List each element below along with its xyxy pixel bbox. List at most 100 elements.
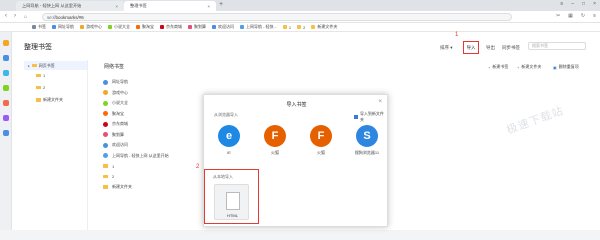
list-item[interactable]: 聚淘宝 bbox=[103, 110, 124, 118]
bookmark-bar-item[interactable]: 聚划算 bbox=[188, 24, 206, 30]
list-item[interactable]: 游戏中心 bbox=[103, 89, 128, 97]
forward-icon[interactable]: › bbox=[14, 13, 16, 19]
list-item-label: 小说大全 bbox=[112, 100, 128, 105]
import-new-folder-label: 导入到新文件夹 bbox=[359, 111, 384, 122]
grid-icon[interactable]: ▦ bbox=[568, 13, 573, 19]
side-app-bar bbox=[0, 32, 12, 230]
close-window-icon[interactable]: × bbox=[593, 1, 596, 7]
add-bookmark-button[interactable]: + 新建书签 bbox=[488, 64, 508, 70]
list-item[interactable]: 京东商城 bbox=[103, 120, 128, 128]
app-icon[interactable] bbox=[3, 55, 9, 61]
browser-name: 火狐 bbox=[271, 150, 279, 155]
list-item[interactable]: 网址导航 bbox=[103, 78, 128, 86]
app-icon[interactable] bbox=[3, 40, 9, 46]
bookmark-label: 欢迎访问 bbox=[218, 24, 234, 29]
checkbox-checked-icon bbox=[354, 115, 358, 119]
list-item[interactable]: 聚划算 bbox=[103, 131, 124, 139]
list-title: 网络书签 bbox=[104, 64, 125, 70]
close-icon[interactable]: × bbox=[115, 4, 118, 9]
folder-icon bbox=[36, 85, 41, 90]
menu-icon[interactable]: ≡ bbox=[560, 1, 563, 7]
bookmark-icon bbox=[103, 174, 108, 179]
bookmark-label: 1 bbox=[288, 24, 292, 30]
list-item[interactable]: 2 bbox=[103, 173, 114, 181]
app-icon[interactable] bbox=[3, 100, 9, 106]
list-item[interactable]: 小说大全 bbox=[103, 99, 128, 107]
import-label: 导入 bbox=[466, 44, 476, 50]
from-browser-label: 从浏览器导入 bbox=[214, 112, 238, 117]
bookmark-icon bbox=[240, 25, 244, 29]
bookmark-bar-item[interactable]: 书签 bbox=[32, 24, 46, 30]
tree-item[interactable]: 1 bbox=[36, 73, 45, 78]
browser-option[interactable]: F 火狐 bbox=[257, 125, 293, 156]
sync-button[interactable]: 同步书签 bbox=[502, 45, 520, 51]
list-item[interactable]: 上网导航 - 轻快上网 从这里开始 bbox=[103, 152, 169, 160]
bookmark-icon bbox=[52, 25, 56, 29]
bookmark-bar-item[interactable]: 上网导航 - 轻快... bbox=[240, 24, 277, 30]
new-tab-icon[interactable]: + bbox=[219, 1, 223, 8]
bookmark-bar-item[interactable]: 京东商城 bbox=[160, 24, 182, 30]
app-icon[interactable] bbox=[3, 85, 9, 91]
bookmark-bar-item[interactable]: 1 bbox=[282, 24, 292, 30]
list-item-label: 2 bbox=[112, 174, 115, 179]
expand-icon[interactable]: ▸ bbox=[28, 64, 30, 68]
delete-duplicates-button[interactable]: ▣ 删除重复项 bbox=[553, 64, 579, 70]
close-icon[interactable]: × bbox=[378, 99, 382, 105]
list-item[interactable]: 欢迎访问 bbox=[103, 141, 128, 149]
app-icon[interactable] bbox=[3, 115, 9, 121]
maximize-icon[interactable]: □ bbox=[582, 1, 585, 7]
bookmark-bar-item[interactable]: 聚淘宝 bbox=[136, 24, 154, 30]
tab-bookmarks[interactable]: 整理书签 × bbox=[124, 1, 216, 11]
tab-navigation[interactable]: 上网导航 - 轻快上网 从这里开始 × bbox=[16, 1, 124, 11]
bookmark-icon bbox=[80, 25, 84, 29]
bookmark-bar-item[interactable]: 游戏中心 bbox=[80, 24, 102, 30]
back-icon[interactable]: ‹ bbox=[5, 13, 7, 19]
add-folder-button[interactable]: + 新建文件夹 bbox=[517, 64, 541, 70]
minimize-icon[interactable]: – bbox=[571, 1, 574, 7]
address-bar[interactable]: se://bookmarks/#6 bbox=[42, 13, 512, 21]
tree-root[interactable]: ▸ 网页书签 bbox=[24, 61, 87, 70]
search-input[interactable]: 搜索书签 bbox=[528, 42, 586, 50]
bookmark-label: 聚淘宝 bbox=[142, 24, 154, 29]
delete-duplicates-label: 删除重复项 bbox=[558, 64, 579, 69]
list-item-label: 欢迎访问 bbox=[112, 142, 128, 147]
browser-option[interactable]: S 搜狗浏览器11 bbox=[349, 125, 385, 156]
bookmark-bar-item[interactable]: 新建文件夹 bbox=[311, 24, 337, 30]
plus-icon: + bbox=[488, 64, 491, 70]
bookmark-bar-item[interactable]: 小说大全 bbox=[108, 24, 130, 30]
export-button[interactable]: 导出 bbox=[486, 45, 495, 51]
address-scheme: se:// bbox=[47, 14, 56, 20]
list-item[interactable]: 新建文件夹 bbox=[103, 183, 132, 191]
tree-item[interactable]: 新建文件夹 bbox=[36, 97, 63, 103]
sort-button[interactable]: 排序 ▾ bbox=[440, 45, 453, 51]
bookmark-label: 新建文件夹 bbox=[317, 24, 338, 29]
app-icon[interactable] bbox=[3, 130, 9, 136]
bookmark-icon bbox=[103, 100, 108, 106]
refresh-icon[interactable]: ↻ bbox=[581, 13, 585, 19]
step-2-label: 2 bbox=[196, 164, 200, 170]
import-button[interactable]: 导入 bbox=[463, 41, 479, 54]
app-icon[interactable] bbox=[3, 70, 9, 76]
list-item[interactable]: 1 bbox=[103, 162, 114, 170]
import-new-folder-checkbox[interactable]: 导入到新文件夹 bbox=[354, 111, 387, 123]
scissors-icon[interactable]: ✂ bbox=[556, 13, 560, 19]
close-icon[interactable]: × bbox=[207, 4, 210, 9]
tree-item[interactable]: 2 bbox=[36, 85, 45, 90]
bookmark-icon bbox=[103, 79, 108, 85]
bookmark-bar-item[interactable]: 欢迎访问 bbox=[212, 24, 234, 30]
bookmark-icon bbox=[103, 90, 108, 95]
home-icon[interactable]: ⌂ bbox=[24, 14, 27, 20]
tree-item-label: 1 bbox=[43, 73, 46, 78]
bookmark-icon bbox=[32, 25, 36, 29]
bookmark-icon bbox=[160, 25, 164, 29]
bookmark-bar-item[interactable]: 网址导航 bbox=[52, 24, 74, 30]
browser-option[interactable]: F 火狐 bbox=[303, 125, 339, 156]
import-dialog: 导入书签 × 从浏览器导入 导入到新文件夹 e IE F 火狐 F 火狐 S 搜狗浏览器11 … bbox=[203, 94, 388, 227]
bookmark-bar-item[interactable]: 2 bbox=[297, 25, 305, 30]
bookmark-icon bbox=[188, 25, 192, 29]
browser-option[interactable]: e IE bbox=[211, 125, 247, 155]
more-icon[interactable]: ≡ bbox=[593, 13, 596, 19]
add-bookmark-label: 新建书签 bbox=[492, 64, 509, 69]
html-import-button[interactable]: HTML bbox=[214, 184, 249, 220]
bookmark-label: 书签 bbox=[38, 24, 46, 29]
